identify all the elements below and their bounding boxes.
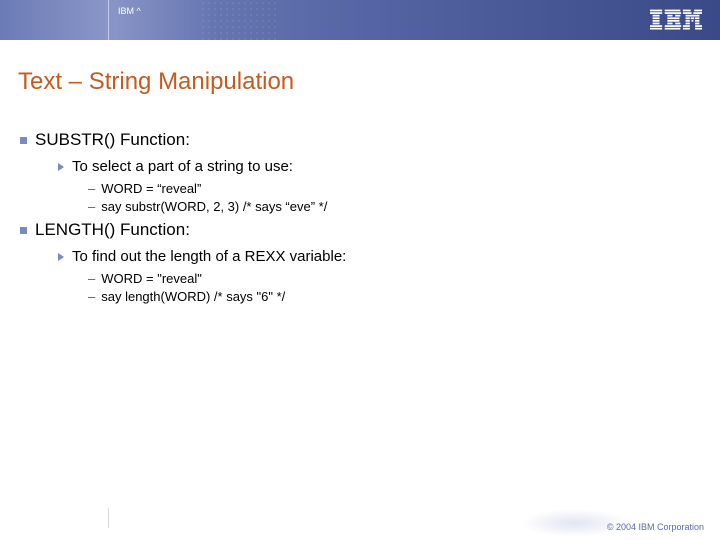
square-bullet-icon bbox=[20, 227, 27, 234]
sub-point: To find out the length of a REXX variabl… bbox=[58, 248, 702, 265]
sub-point-text: To find out the length of a REXX variabl… bbox=[72, 248, 346, 265]
code-line: – say substr(WORD, 2, 3) /* says “eve” *… bbox=[88, 199, 702, 214]
copyright-text: © 2004 IBM Corporation bbox=[607, 522, 704, 532]
code-text: WORD = “reveal” bbox=[101, 181, 201, 196]
header-label: IBM ^ bbox=[118, 6, 141, 16]
section-length: LENGTH() Function: To find out the lengt… bbox=[18, 220, 702, 304]
triangle-bullet-icon bbox=[58, 253, 64, 261]
sub-point-text: To select a part of a string to use: bbox=[72, 158, 293, 175]
dash-bullet-icon: – bbox=[88, 271, 95, 286]
section-substr: SUBSTR() Function: To select a part of a… bbox=[18, 130, 702, 214]
slide-header: IBM ^ bbox=[0, 0, 720, 40]
code-text: say substr(WORD, 2, 3) /* says “eve” */ bbox=[101, 199, 327, 214]
code-line: – WORD = "reveal" bbox=[88, 271, 702, 286]
code-line: – say length(WORD) /* says "6" */ bbox=[88, 289, 702, 304]
square-bullet-icon bbox=[20, 137, 27, 144]
code-text: WORD = "reveal" bbox=[101, 271, 202, 286]
slide-footer: © 2004 IBM Corporation bbox=[0, 506, 720, 540]
triangle-bullet-icon bbox=[58, 163, 64, 171]
header-decoration bbox=[200, 0, 280, 40]
section-heading: SUBSTR() Function: bbox=[20, 130, 702, 150]
dash-bullet-icon: – bbox=[88, 199, 95, 214]
section-heading-text: LENGTH() Function: bbox=[35, 220, 190, 240]
page-title: Text – String Manipulation bbox=[18, 68, 702, 96]
code-line: – WORD = “reveal” bbox=[88, 181, 702, 196]
dash-bullet-icon: – bbox=[88, 181, 95, 196]
section-heading-text: SUBSTR() Function: bbox=[35, 130, 190, 150]
section-heading: LENGTH() Function: bbox=[20, 220, 702, 240]
slide-content: Text – String Manipulation SUBSTR() Func… bbox=[0, 40, 720, 304]
ibm-logo-icon bbox=[650, 9, 702, 31]
code-text: say length(WORD) /* says "6" */ bbox=[101, 289, 285, 304]
header-divider bbox=[108, 0, 109, 40]
dash-bullet-icon: – bbox=[88, 289, 95, 304]
sub-point: To select a part of a string to use: bbox=[58, 158, 702, 175]
footer-divider bbox=[108, 508, 109, 528]
